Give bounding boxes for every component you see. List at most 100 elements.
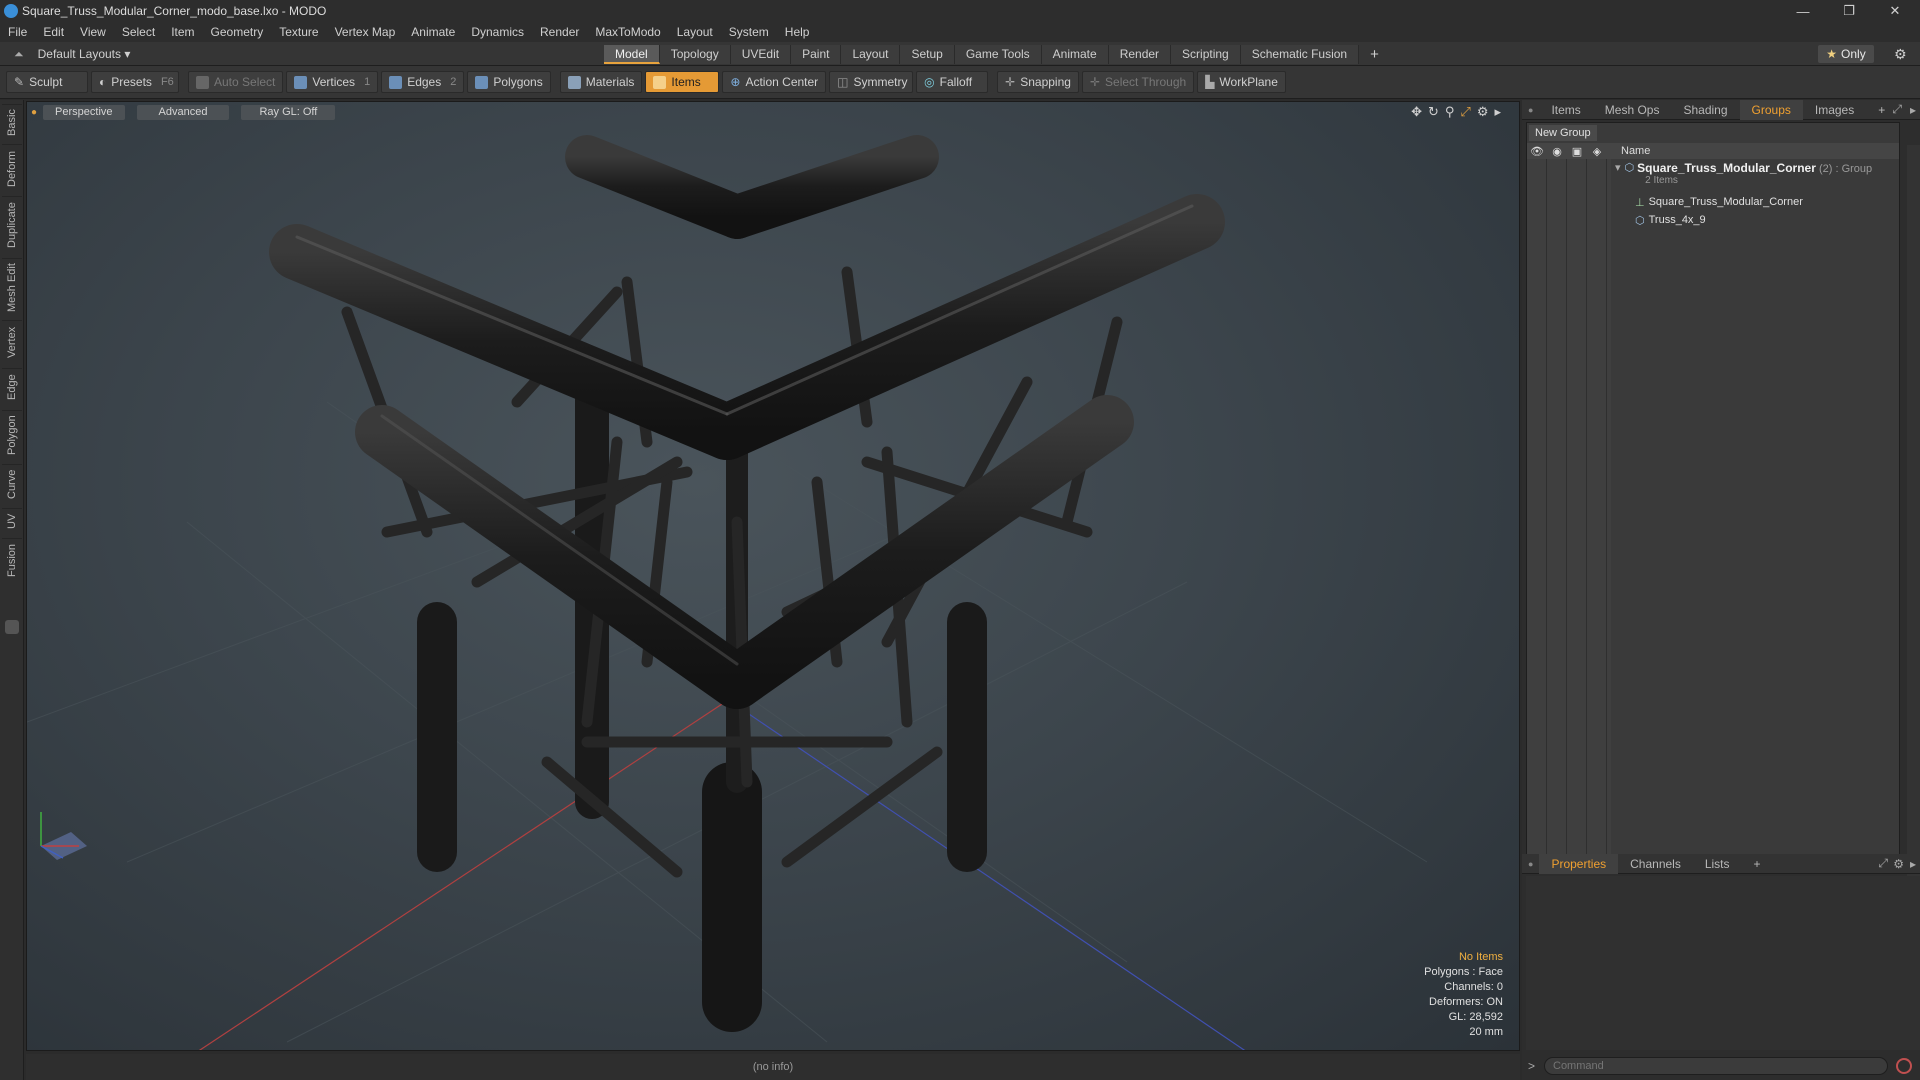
raygl-button[interactable]: Ray GL: Off <box>241 104 336 120</box>
palette-toggle-icon[interactable] <box>5 620 19 634</box>
side-tab-deform[interactable]: Deform <box>2 144 22 192</box>
select-through-button[interactable]: ✛ Select Through <box>1081 71 1195 93</box>
tab-model[interactable]: Model <box>604 45 660 64</box>
side-tab-polygon[interactable]: Polygon <box>2 410 22 460</box>
shading-mode-button[interactable]: Advanced <box>136 104 230 120</box>
default-layouts-dropdown[interactable]: ⏶ Default Layouts ▾ <box>14 45 130 63</box>
menu-view[interactable]: View <box>72 25 114 39</box>
only-button[interactable]: ★ Only <box>1818 45 1874 63</box>
panel-menu-dot-icon[interactable]: ● <box>1528 105 1533 115</box>
maximize-button[interactable]: ❐ <box>1826 0 1872 22</box>
render-toggle-icon[interactable]: ◉ <box>1547 145 1567 158</box>
tab-channels[interactable]: Channels <box>1618 854 1693 874</box>
side-tab-vertex[interactable]: Vertex <box>2 320 22 364</box>
pan-icon[interactable]: ✥ <box>1411 104 1422 120</box>
menu-dynamics[interactable]: Dynamics <box>463 25 532 39</box>
workplane-button[interactable]: ▙ WorkPlane <box>1197 71 1286 93</box>
fit-icon[interactable]: ⤢ <box>1460 104 1470 120</box>
tab-mesh-ops[interactable]: Mesh Ops <box>1593 100 1672 120</box>
group-row-root[interactable]: ▾ ⬡ Square_Truss_Modular_Corner (2) : Gr… <box>1527 161 1899 189</box>
menu-animate[interactable]: Animate <box>403 25 463 39</box>
command-input[interactable] <box>1544 1057 1888 1075</box>
visibility-eye-icon[interactable]: 👁 <box>1527 145 1547 158</box>
deformers-info: Deformers: ON <box>1429 996 1503 1008</box>
new-group-button[interactable]: New Group <box>1529 125 1597 141</box>
groups-scrollbar[interactable] <box>1907 145 1920 891</box>
edges-button[interactable]: Edges 2 <box>381 71 465 93</box>
menu-layout[interactable]: Layout <box>669 25 721 39</box>
tab-groups[interactable]: Groups <box>1739 99 1803 120</box>
menu-render[interactable]: Render <box>532 25 587 39</box>
menu-maxtomodo[interactable]: MaxToModo <box>587 25 668 39</box>
menu-system[interactable]: System <box>721 25 777 39</box>
symmetry-button[interactable]: ◫ Symmetry <box>829 71 914 93</box>
sculpt-button[interactable]: ✎ Sculpt <box>6 71 88 93</box>
props-arrow-icon[interactable]: ▸ <box>1910 857 1916 871</box>
tab-layout[interactable]: Layout <box>841 45 901 64</box>
tab-scripting[interactable]: Scripting <box>1171 45 1241 64</box>
side-tab-edge[interactable]: Edge <box>2 368 22 406</box>
tab-setup[interactable]: Setup <box>900 45 955 64</box>
tab-animate[interactable]: Animate <box>1041 45 1109 64</box>
add-props-tab-button[interactable]: + <box>1742 854 1773 874</box>
viewport-settings-icon[interactable]: ⚙ <box>1477 104 1489 120</box>
gear-icon[interactable]: ⚙ <box>1894 46 1907 63</box>
props-expand-icon[interactable]: ⤢ <box>1878 856 1888 871</box>
tab-properties[interactable]: Properties <box>1539 853 1619 874</box>
command-history-icon[interactable] <box>1896 1058 1912 1074</box>
side-tab-basic[interactable]: Basic <box>2 104 22 140</box>
expand-arrow-icon[interactable]: ▾ <box>1615 161 1621 174</box>
menu-geometry[interactable]: Geometry <box>203 25 272 39</box>
falloff-button[interactable]: ◎ Falloff <box>916 71 989 93</box>
symmetry-icon: ◫ <box>837 75 849 89</box>
polygons-button[interactable]: Polygons <box>467 71 551 93</box>
close-button[interactable]: ✕ <box>1872 0 1918 22</box>
add-tab-button[interactable]: + <box>1359 45 1390 64</box>
presets-button[interactable]: ◐ Presets F6 <box>91 71 179 93</box>
panel-expand-icon[interactable]: ⤢ <box>1892 102 1902 117</box>
lock-icon[interactable]: ▣ <box>1567 145 1587 158</box>
tab-shading[interactable]: Shading <box>1671 100 1739 120</box>
menu-edit[interactable]: Edit <box>35 25 72 39</box>
minimize-button[interactable]: — <box>1780 0 1826 22</box>
view-mode-button[interactable]: Perspective <box>43 104 125 120</box>
snapping-button[interactable]: ✛ Snapping <box>997 71 1079 93</box>
panel-arrow-icon[interactable]: ▸ <box>1910 103 1916 117</box>
props-gear-icon[interactable]: ⚙ <box>1893 857 1904 871</box>
menu-item[interactable]: Item <box>163 25 202 39</box>
tab-uvedit[interactable]: UVEdit <box>730 45 792 64</box>
tab-items[interactable]: Items <box>1539 100 1592 120</box>
rotate-icon[interactable]: ↻ <box>1428 104 1439 120</box>
action-center-button[interactable]: ⊕ Action Center <box>722 71 827 93</box>
menu-texture[interactable]: Texture <box>271 25 326 39</box>
side-tab-mesh-edit[interactable]: Mesh Edit <box>2 258 22 316</box>
tab-render[interactable]: Render <box>1108 45 1172 64</box>
props-menu-dot-icon[interactable]: ● <box>1528 859 1533 869</box>
tab-topology[interactable]: Topology <box>659 45 731 64</box>
select-toggle-icon[interactable]: ◈ <box>1587 145 1607 158</box>
3d-viewport[interactable]: ● Perspective Advanced Ray GL: Off ✥ ↻ ⚲… <box>26 101 1520 1051</box>
tab-images[interactable]: Images <box>1803 100 1866 120</box>
tab-game-tools[interactable]: Game Tools <box>954 45 1042 64</box>
tab-schematic-fusion[interactable]: Schematic Fusion <box>1240 45 1360 64</box>
items-button[interactable]: Items <box>645 71 720 93</box>
materials-button[interactable]: Materials <box>559 71 643 93</box>
side-tab-uv[interactable]: UV <box>2 508 22 534</box>
menu-help[interactable]: Help <box>777 25 818 39</box>
side-tab-fusion[interactable]: Fusion <box>2 538 22 582</box>
tab-paint[interactable]: Paint <box>791 45 842 64</box>
side-tab-curve[interactable]: Curve <box>2 464 22 504</box>
auto-select-button[interactable]: Auto Select <box>188 71 284 93</box>
viewport-menu-dot-icon[interactable]: ● <box>31 107 37 118</box>
group-child-row[interactable]: ⬡ Truss_4x_9 <box>1527 211 1899 229</box>
tab-lists[interactable]: Lists <box>1693 854 1742 874</box>
vertices-label: Vertices <box>312 75 356 89</box>
menu-vertex-map[interactable]: Vertex Map <box>327 25 404 39</box>
side-tab-duplicate[interactable]: Duplicate <box>2 196 22 254</box>
zoom-icon[interactable]: ⚲ <box>1445 104 1455 120</box>
group-child-row[interactable]: ⊥ Square_Truss_Modular_Corner <box>1527 193 1899 211</box>
viewport-expand-icon[interactable]: ▸ <box>1494 104 1501 120</box>
menu-file[interactable]: File <box>0 25 35 39</box>
vertices-button[interactable]: Vertices 1 <box>286 71 379 93</box>
menu-select[interactable]: Select <box>114 25 163 39</box>
